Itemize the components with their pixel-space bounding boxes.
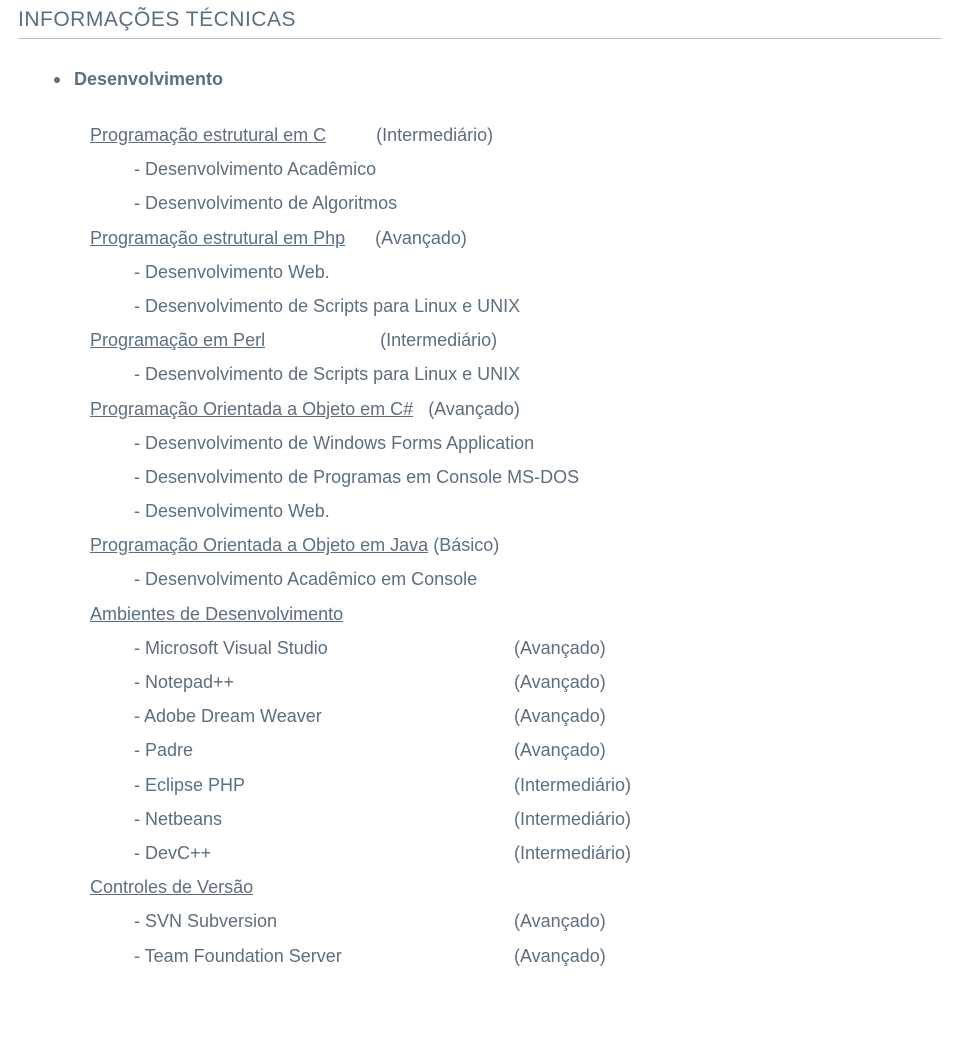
env-name: - Padre [134,733,514,767]
env-level: (Avançado) [514,699,606,733]
env-row: - Notepad++ (Avançado) [134,665,942,699]
skill-name: Programação Orientada a Objeto em C# [90,392,413,426]
skill-level: (Avançado) [428,392,520,426]
spacer [326,118,376,152]
vc-level: (Avançado) [514,904,606,938]
environments-heading: Ambientes de Desenvolvimento [90,597,942,631]
skill-level: (Avançado) [375,221,467,255]
document-page: INFORMAÇÕES TÉCNICAS Desenvolvimento Pro… [0,0,960,1013]
vc-row: - Team Foundation Server (Avançado) [134,939,942,973]
skill-detail: - Desenvolvimento de Windows Forms Appli… [134,426,942,460]
section-heading-row: Desenvolvimento [54,69,942,90]
section-title: INFORMAÇÕES TÉCNICAS [18,8,942,39]
skill-detail: - Desenvolvimento Web. [134,494,942,528]
skill-level: (Intermediário) [380,323,497,357]
skill-row: Programação em Perl (Intermediário) [90,323,942,357]
vc-name: - Team Foundation Server [134,939,514,973]
env-level: (Avançado) [514,733,606,767]
skill-name: Programação estrutural em C [90,118,326,152]
vc-name: - SVN Subversion [134,904,514,938]
skill-detail: - Desenvolvimento Acadêmico em Console [134,562,942,596]
env-name: - Eclipse PHP [134,768,514,802]
env-name: - DevC++ [134,836,514,870]
section-heading: Desenvolvimento [74,69,223,90]
skill-name: Programação em Perl [90,323,265,357]
content-block: Programação estrutural em C (Intermediár… [90,118,942,973]
skill-level: (Básico) [433,528,499,562]
skill-name: Programação estrutural em Php [90,221,345,255]
env-row: - Padre (Avançado) [134,733,942,767]
skill-row: Programação estrutural em C (Intermediár… [90,118,942,152]
vc-row: - SVN Subversion (Avançado) [134,904,942,938]
env-name: - Netbeans [134,802,514,836]
env-row: - Eclipse PHP (Intermediário) [134,768,942,802]
bullet-icon [54,77,60,83]
env-level: (Intermediário) [514,802,631,836]
skill-detail: - Desenvolvimento Web. [134,255,942,289]
skill-row: Programação Orientada a Objeto em Java (… [90,528,942,562]
skill-row: Programação estrutural em Php (Avançado) [90,221,942,255]
skill-name: Programação Orientada a Objeto em Java [90,528,428,562]
skill-level: (Intermediário) [376,118,493,152]
env-name: - Adobe Dream Weaver [134,699,514,733]
env-name: - Notepad++ [134,665,514,699]
version-control-heading: Controles de Versão [90,870,942,904]
vc-level: (Avançado) [514,939,606,973]
env-name: - Microsoft Visual Studio [134,631,514,665]
spacer [345,221,375,255]
env-level: (Intermediário) [514,836,631,870]
env-row: - Adobe Dream Weaver (Avançado) [134,699,942,733]
skill-row: Programação Orientada a Objeto em C# (Av… [90,392,942,426]
env-row: - Microsoft Visual Studio (Avançado) [134,631,942,665]
spacer [265,323,380,357]
spacer [413,392,428,426]
env-level: (Avançado) [514,665,606,699]
skill-detail: - Desenvolvimento de Programas em Consol… [134,460,942,494]
env-level: (Avançado) [514,631,606,665]
skill-detail: - Desenvolvimento de Scripts para Linux … [134,289,942,323]
env-row: - Netbeans (Intermediário) [134,802,942,836]
env-level: (Intermediário) [514,768,631,802]
skill-detail: - Desenvolvimento Acadêmico [134,152,942,186]
skill-detail: - Desenvolvimento de Algoritmos [134,186,942,220]
env-row: - DevC++ (Intermediário) [134,836,942,870]
skill-detail: - Desenvolvimento de Scripts para Linux … [134,357,942,391]
